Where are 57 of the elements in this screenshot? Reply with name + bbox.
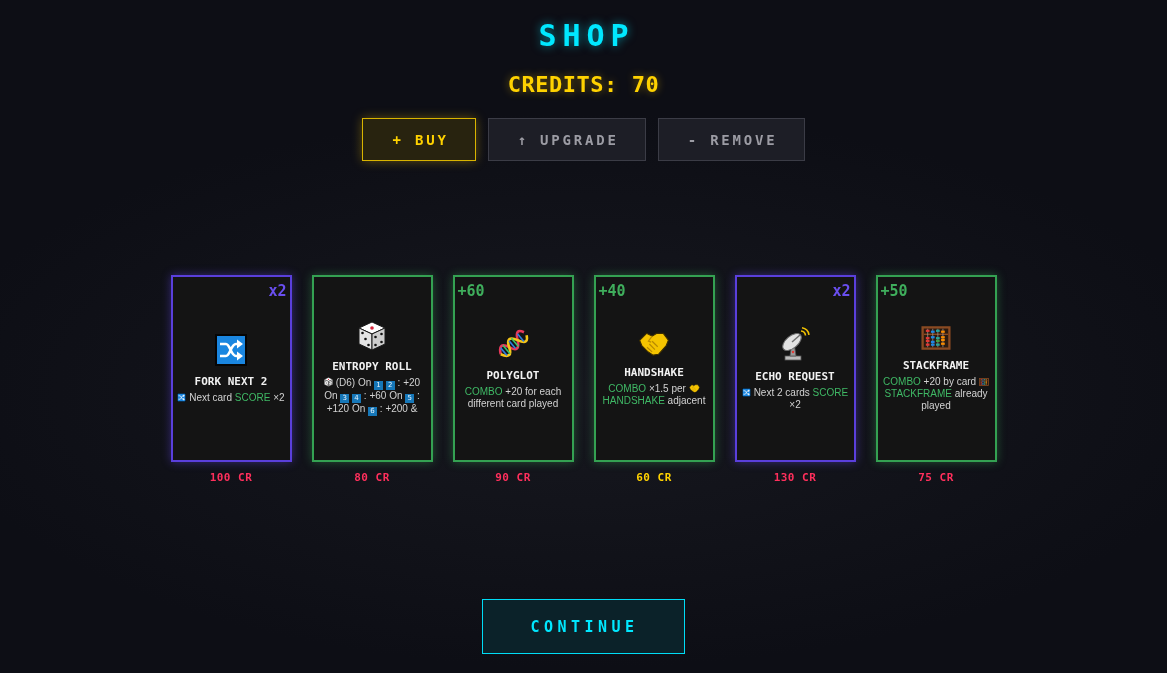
card-title: STACKFRAME [902, 358, 970, 373]
card-description: COMBO +20 for each [464, 385, 562, 397]
bonus-value: +40 [598, 282, 626, 300]
card-description: : +60 On [363, 390, 403, 401]
mode-tab[interactable]: + BUY [362, 118, 476, 161]
card-description: played [921, 399, 951, 411]
abacus-icon [978, 377, 989, 386]
card-description: different card played [467, 397, 559, 409]
shop-card[interactable]: +40 HANDSHAKE COMBO ×1.5 per HANDSHAKE adjacent [593, 275, 715, 462]
card-title: FORK NEXT 2 [194, 374, 268, 389]
shuffle-icon [741, 387, 751, 397]
shop-card[interactable]: x2 ECHO REQUEST Next 2 cards SCORE ×2 [734, 275, 856, 462]
card-description: COMBO +20 by card [883, 375, 977, 387]
abacus-icon [921, 325, 951, 350]
shop-card[interactable]: +50 STACKFRAME COMBO +20 by card STACKFRAME already played [875, 275, 997, 462]
card-description: : +200 & [379, 403, 418, 414]
handshake-icon [688, 383, 700, 393]
card-price: 80 CR [354, 471, 390, 485]
card-description: ×2 [789, 398, 801, 410]
card-title: ENTROPY ROLL [332, 360, 412, 374]
card-title: POLYGLOT [486, 368, 540, 383]
bonus-value: x2 [832, 282, 851, 300]
card-description: Next card SCORE ×2 [189, 391, 285, 403]
shop-card[interactable]: +60 POLYGLOT COMBO +20 for each different card played [452, 275, 574, 462]
card-price: 100 CR [209, 471, 253, 485]
bonus-value: +50 [880, 282, 908, 300]
card-price: 75 CR [918, 471, 954, 485]
card-description: On [324, 390, 338, 401]
card-description: HANDSHAKE adjacent [602, 394, 706, 406]
card-title: HANDSHAKE [624, 365, 684, 380]
handshake-icon [638, 330, 670, 357]
card-description: +120 On [326, 403, 366, 414]
shop-title: SHOP [537, 19, 635, 53]
card-description: STACKFRAME already [884, 387, 988, 399]
dna-helix-icon [497, 327, 529, 360]
card-price: 130 CR [773, 471, 817, 485]
shop-card[interactable]: x2 FORK NEXT 2 Next card SCORE ×2 [170, 275, 292, 462]
card-description: Next 2 cards SCORE [753, 386, 849, 398]
card-description: : +20 [397, 377, 421, 388]
dice-icon [358, 321, 386, 351]
card-price: 60 CR [636, 471, 672, 485]
bonus-value: +60 [457, 282, 485, 300]
card-price: 90 CR [495, 471, 531, 485]
card-description: : [417, 390, 420, 401]
mode-tab[interactable]: ↑ UPGRADE [487, 118, 646, 161]
mode-tab[interactable]: - REMOVE [657, 118, 805, 161]
bonus-value: x2 [268, 282, 287, 300]
card-description: (D6) On [335, 377, 372, 388]
dice-icon [323, 377, 333, 387]
shuffle-icon [177, 392, 187, 402]
card-description: COMBO ×1.5 per [608, 382, 686, 394]
credits-value: 70 [631, 72, 660, 98]
card-title: ECHO REQUEST [755, 369, 835, 384]
credits-label: CREDITS: [507, 72, 618, 98]
satellite-dish-icon [780, 326, 810, 361]
continue-button[interactable]: CONTINUE [482, 599, 685, 654]
shuffle-icon [215, 333, 247, 366]
